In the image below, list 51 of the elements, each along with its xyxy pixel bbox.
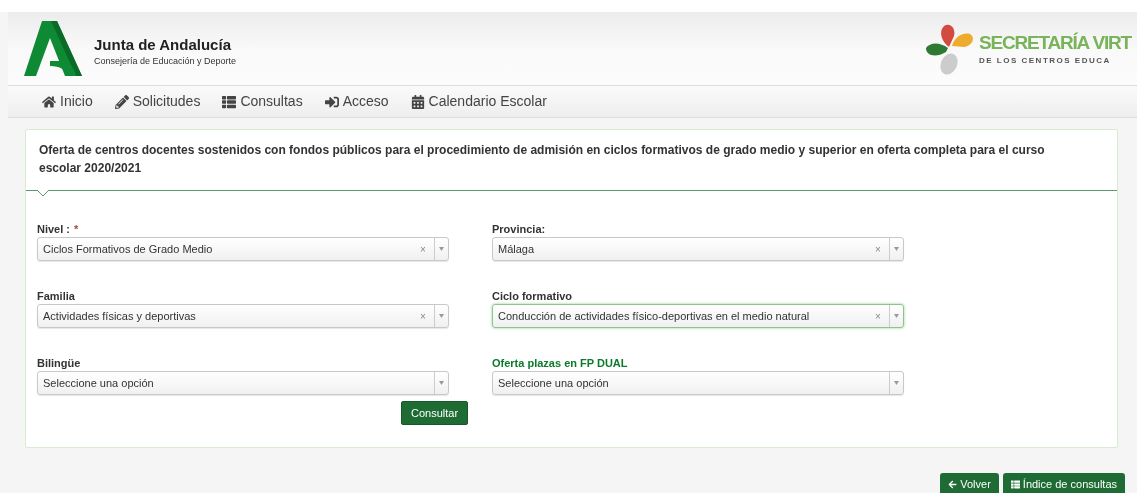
- select-field[interactable]: Seleccione una opción: [492, 371, 904, 395]
- calendar-icon: [410, 94, 425, 109]
- field-label: Oferta plazas en FP DUAL: [492, 356, 628, 371]
- footer-button[interactable]: Índice de consultas: [1002, 473, 1125, 493]
- field-label: Ciclo formativo: [492, 289, 573, 304]
- caret-down-icon: [894, 247, 899, 251]
- clear-icon[interactable]: ×: [416, 241, 430, 257]
- arrow-left-icon: [948, 479, 958, 489]
- nav-link[interactable]: Calendario Escolar: [410, 91, 547, 112]
- select-field[interactable]: Conducción de actividades físico-deportivas en el medio natural ×: [492, 304, 904, 328]
- app-name: SECRETARÍA VIRT: [979, 31, 1131, 55]
- nav-link[interactable]: Consultas: [222, 91, 303, 112]
- field-label: Bilingüe: [37, 356, 81, 371]
- nav-link[interactable]: Solicitudes: [114, 91, 201, 112]
- select-field[interactable]: Málaga ×: [492, 237, 904, 261]
- caret-down-icon: [894, 381, 899, 385]
- clear-icon[interactable]: ×: [871, 241, 885, 257]
- select-field[interactable]: Actividades físicas y deportivas ×: [37, 304, 449, 328]
- submit-button[interactable]: Consultar: [401, 401, 469, 426]
- field-label: Familia: [37, 289, 75, 304]
- app-subtitle: DE LOS CENTROS EDUCA: [979, 55, 1112, 67]
- list-icon: [222, 94, 237, 109]
- pencil-icon: [114, 94, 129, 109]
- nav-link[interactable]: Inicio: [42, 91, 93, 112]
- sign-in-icon: [324, 94, 339, 109]
- caret-down-icon: [439, 247, 444, 251]
- select-field[interactable]: Seleccione una opción: [37, 371, 449, 395]
- org-name: Junta de Andalucía: [94, 34, 232, 55]
- clover-mouse-logo-icon: [924, 22, 976, 76]
- select-value: Actividades físicas y deportivas: [43, 308, 197, 324]
- select-placeholder: Seleccione una opción: [498, 375, 610, 391]
- select-field[interactable]: Ciclos Formativos de Grado Medio ×: [37, 237, 449, 261]
- required-asterisk: *: [74, 222, 79, 237]
- select-value: Málaga: [498, 241, 536, 257]
- footer-button[interactable]: Volver: [940, 473, 999, 493]
- caret-down-icon: [439, 314, 444, 318]
- caret-down-icon: [439, 381, 444, 385]
- field-label: Nivel :: [37, 222, 70, 237]
- clear-icon[interactable]: ×: [871, 308, 885, 324]
- clear-icon[interactable]: ×: [416, 308, 430, 324]
- home-icon: [42, 94, 56, 109]
- org-subtitle: Consejería de Educación y Deporte: [94, 54, 237, 68]
- select-value: Conducción de actividades físico-deportivas en el medio natural: [498, 308, 811, 324]
- select-placeholder: Seleccione una opción: [43, 375, 155, 391]
- logo-letter-a-icon: [24, 21, 82, 76]
- field-label: Provincia:: [492, 222, 546, 237]
- nav-link[interactable]: Acceso: [324, 91, 389, 112]
- caret-down-icon: [894, 314, 899, 318]
- list-icon: [1010, 479, 1020, 489]
- select-value: Ciclos Formativos de Grado Medio: [43, 241, 214, 257]
- panel-title: Oferta de centros docentes sostenidos con fondos públicos para el procedimiento de admisión en ciclos formativos de grado medio y superior en oferta completa para el curso escolar 2020/2021: [39, 142, 1046, 177]
